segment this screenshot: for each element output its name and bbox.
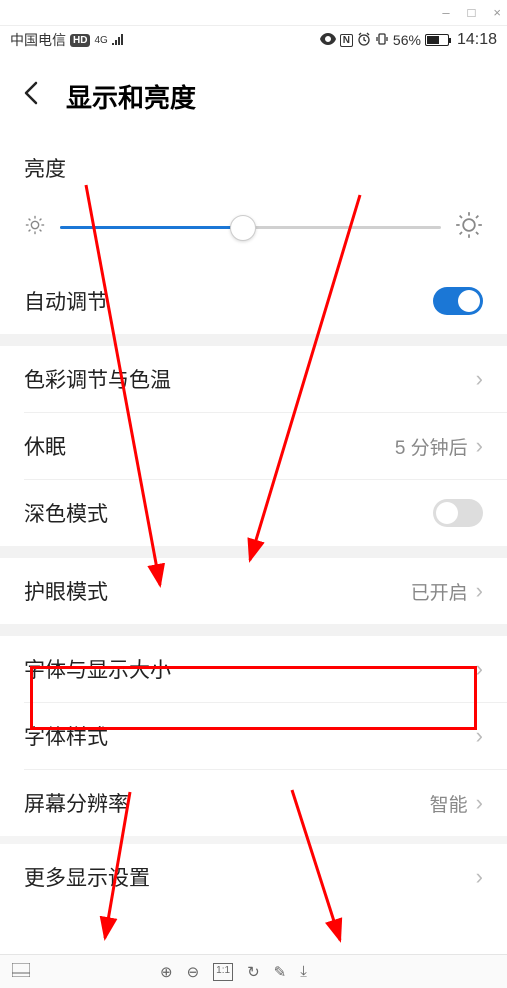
- vibrate-icon: [375, 32, 389, 49]
- more-settings-row[interactable]: 更多显示设置 ›: [0, 844, 507, 922]
- download-button[interactable]: ⤓: [300, 963, 307, 981]
- font-size-row[interactable]: 字体与显示大小 ›: [0, 636, 507, 702]
- chevron-right-icon: ›: [476, 723, 483, 749]
- clock-label: 14:18: [457, 31, 497, 49]
- chevron-right-icon: ›: [476, 433, 483, 459]
- brightness-high-icon: [455, 211, 483, 244]
- layout-icon[interactable]: [12, 963, 30, 981]
- dark-mode-label: 深色模式: [24, 498, 108, 528]
- sleep-label: 休眠: [24, 431, 66, 461]
- eye-comfort-row[interactable]: 护眼模式 已开启 ›: [0, 558, 507, 624]
- brightness-label: 亮度: [24, 153, 483, 183]
- hd-badge-icon: HD: [70, 34, 90, 47]
- back-button[interactable]: [18, 80, 44, 113]
- zoom-in-button[interactable]: ⊕: [160, 963, 173, 981]
- resolution-label: 屏幕分辨率: [24, 788, 129, 818]
- dark-mode-toggle[interactable]: [433, 499, 483, 527]
- title-bar: 显示和亮度: [0, 54, 507, 141]
- font-size-label: 字体与显示大小: [24, 654, 171, 684]
- chevron-right-icon: ›: [476, 790, 483, 816]
- eye-comfort-value: 已开启: [411, 578, 468, 605]
- battery-percent: 56%: [393, 32, 421, 48]
- auto-adjust-label: 自动调节: [24, 286, 108, 316]
- resolution-value: 智能: [430, 790, 468, 817]
- more-settings-label: 更多显示设置: [24, 862, 150, 892]
- rotate-button[interactable]: ↻: [247, 963, 260, 981]
- color-temp-row[interactable]: 色彩调节与色温 ›: [0, 346, 507, 412]
- window-footer: ⊕ ⊖ 1:1 ↻ ✎ ⤓: [0, 954, 507, 988]
- signal-icon: [112, 32, 127, 48]
- window-close-button[interactable]: ×: [493, 5, 501, 20]
- sleep-row[interactable]: 休眠 5 分钟后 ›: [0, 413, 507, 479]
- nfc-icon: N: [340, 34, 353, 47]
- font-style-row[interactable]: 字体样式 ›: [0, 703, 507, 769]
- alarm-icon: [357, 32, 371, 49]
- chevron-right-icon: ›: [476, 656, 483, 682]
- chevron-right-icon: ›: [476, 864, 483, 890]
- chevron-right-icon: ›: [476, 578, 483, 604]
- dark-mode-row[interactable]: 深色模式: [0, 480, 507, 546]
- status-bar: 中国电信 HD 4G N 56% 14:18: [0, 26, 507, 54]
- fit-button[interactable]: 1:1: [213, 963, 233, 981]
- color-temp-label: 色彩调节与色温: [24, 364, 171, 394]
- auto-adjust-toggle[interactable]: [433, 287, 483, 315]
- brightness-section: 亮度: [0, 141, 507, 268]
- chevron-right-icon: ›: [476, 366, 483, 392]
- window-chrome: – □ ×: [0, 0, 507, 26]
- window-maximize-button[interactable]: □: [468, 5, 476, 20]
- sleep-value: 5 分钟后: [395, 433, 468, 460]
- font-style-label: 字体样式: [24, 721, 108, 751]
- network-type-label: 4G: [94, 36, 107, 45]
- auto-adjust-row[interactable]: 自动调节: [0, 268, 507, 334]
- window-minimize-button[interactable]: –: [442, 5, 449, 20]
- zoom-out-button[interactable]: ⊖: [187, 963, 200, 981]
- eye-comfort-label: 护眼模式: [24, 576, 108, 606]
- resolution-row[interactable]: 屏幕分辨率 智能 ›: [0, 770, 507, 836]
- battery-icon: [425, 34, 449, 46]
- brightness-slider[interactable]: [60, 226, 441, 229]
- edit-button[interactable]: ✎: [274, 963, 287, 981]
- carrier-label: 中国电信: [10, 30, 66, 50]
- page-title: 显示和亮度: [66, 78, 196, 115]
- brightness-low-icon: [24, 214, 46, 241]
- eye-icon: [320, 32, 336, 48]
